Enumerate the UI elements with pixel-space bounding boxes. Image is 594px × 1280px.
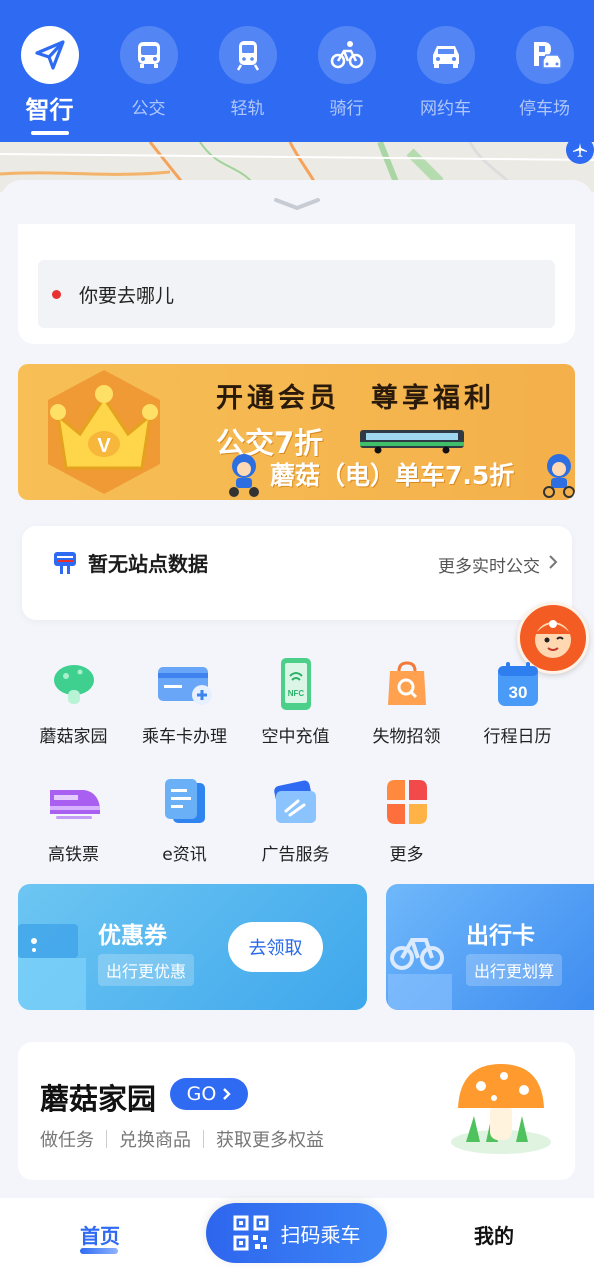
- news-icon: [155, 772, 215, 832]
- nav-item-smart[interactable]: 智行: [0, 26, 99, 135]
- grid-item-trip-calendar[interactable]: 30 行程日历: [462, 654, 573, 747]
- qr-code-icon: [233, 1215, 268, 1251]
- airplane-icon[interactable]: [566, 136, 594, 164]
- svg-text:V: V: [97, 435, 111, 457]
- grid-item-lost-found[interactable]: 失物招领: [351, 654, 462, 747]
- grid-label: e资讯: [162, 845, 207, 865]
- highspeed-train-icon: [44, 772, 104, 832]
- banner-bike-discount: 蘑菇（电）单车7.5折: [270, 461, 515, 490]
- grid-item-more[interactable]: 更多: [351, 772, 462, 865]
- grid-item-e-news[interactable]: e资讯: [129, 772, 240, 865]
- ticket-graphic-icon: [18, 924, 86, 1010]
- home-card-title: 蘑菇家园: [40, 1082, 157, 1116]
- grid-label: 更多: [389, 845, 424, 865]
- nav-item-ride-hailing[interactable]: 网约车: [396, 26, 495, 119]
- tab-mine[interactable]: 我的: [474, 1220, 514, 1249]
- travel-card-subtitle: 出行更划算: [466, 954, 563, 986]
- grid-item-highspeed-ticket[interactable]: 高铁票: [18, 772, 129, 865]
- banner-title: 开通会员 尊享福利: [216, 383, 495, 414]
- svg-text:30: 30: [508, 683, 527, 702]
- nav-label: 网约车: [420, 99, 471, 119]
- mushroom-home-card[interactable]: 蘑菇家园 GO 做任务 兑换商品 获取更多权益: [18, 1042, 575, 1180]
- nav-item-parking[interactable]: 停车场: [495, 26, 594, 119]
- go-button[interactable]: GO: [170, 1078, 248, 1110]
- divider: [106, 1130, 107, 1148]
- membership-banner[interactable]: V 开通会员 尊享福利 公交7折 蘑菇（电）单车7.5折: [18, 364, 575, 500]
- destination-search-input[interactable]: 你要去哪儿: [38, 260, 555, 328]
- grid-label: 高铁票: [48, 845, 99, 865]
- search-placeholder: 你要去哪儿: [79, 284, 175, 307]
- realtime-bus-card[interactable]: 暂无站点数据 更多实时公交: [22, 526, 572, 620]
- nav-item-light-rail[interactable]: 轻轨: [198, 26, 297, 119]
- nav-item-bus[interactable]: 公交: [99, 26, 198, 119]
- coupon-card[interactable]: 优惠券 出行更优惠 去领取: [18, 884, 367, 1010]
- top-nav: 智行 公交 轻轨 骑行 网约车 停车场: [0, 0, 594, 142]
- scan-to-ride-button[interactable]: 扫码乘车: [206, 1203, 387, 1263]
- grid-label: 行程日历: [483, 727, 552, 747]
- service-grid-row: 高铁票 e资讯 广告服务 更多: [18, 772, 578, 865]
- service-grid-row: 蘑菇家园 乘车卡办理 NFC 空中充值 失物招领 30 行程日历: [18, 654, 578, 747]
- crown-icon: V: [38, 364, 170, 500]
- nav-label: 骑行: [329, 99, 364, 119]
- sheet-collapse-handle-icon[interactable]: [272, 196, 322, 216]
- calendar-icon: 30: [488, 654, 548, 714]
- chevron-right-icon: [223, 1088, 232, 1100]
- tab-home[interactable]: 首页: [80, 1220, 120, 1249]
- coupon-title: 优惠券: [98, 923, 167, 949]
- send-icon: [20, 26, 79, 84]
- nav-item-cycling[interactable]: 骑行: [297, 26, 396, 119]
- grid-label: 蘑菇家园: [39, 727, 108, 747]
- divider: [203, 1130, 204, 1148]
- lost-bag-icon: [377, 654, 437, 714]
- station-status-text: 暂无站点数据: [88, 552, 208, 576]
- home-card-tags: 做任务 兑换商品 获取更多权益: [40, 1126, 324, 1152]
- nfc-phone-icon: NFC: [266, 654, 326, 714]
- travel-card-card[interactable]: 出行卡 出行更划算: [386, 884, 594, 1010]
- coupon-subtitle: 出行更优惠: [98, 954, 195, 986]
- tag-redeem: 兑换商品: [119, 1130, 191, 1151]
- nav-label: 智行: [25, 96, 74, 124]
- mushroom-icon: [44, 654, 104, 714]
- more-icon: [377, 772, 437, 832]
- car-icon: [416, 26, 475, 84]
- tag-benefits: 获取更多权益: [216, 1130, 324, 1151]
- bus-graphic-icon: [360, 430, 464, 454]
- parking-icon: [515, 26, 574, 84]
- travel-card-title: 出行卡: [466, 923, 535, 949]
- nav-label: 公交: [131, 99, 166, 119]
- grid-item-air-recharge[interactable]: NFC 空中充值: [240, 654, 351, 747]
- grid-label: 空中充值: [261, 727, 330, 747]
- more-realtime-bus-link[interactable]: 更多实时公交: [438, 552, 540, 577]
- chevron-right-icon: [548, 554, 558, 574]
- nav-label: 轻轨: [230, 99, 265, 119]
- grid-item-card-apply[interactable]: 乘车卡办理: [129, 654, 240, 747]
- mascot-rider-icon: [229, 454, 259, 497]
- scan-button-label: 扫码乘车: [280, 1222, 361, 1247]
- mascot-rider-icon: [543, 454, 575, 498]
- go-label: GO: [186, 1083, 217, 1105]
- grid-item-mushroom-home[interactable]: 蘑菇家园: [18, 654, 129, 747]
- location-dot-icon: [52, 289, 61, 299]
- search-card: 你要去哪儿: [18, 224, 575, 344]
- tab-active-indicator: [80, 1248, 118, 1254]
- nav-active-indicator: [30, 131, 69, 135]
- train-icon: [218, 26, 277, 84]
- bottom-sheet: 你要去哪儿 V 开通会员 尊享福利 公交7折 蘑菇（电）单车7.5折 暂无站点数…: [0, 180, 594, 1200]
- tag-tasks: 做任务: [40, 1130, 94, 1151]
- grid-label: 广告服务: [261, 845, 330, 865]
- svg-text:NFC: NFC: [287, 689, 304, 698]
- grid-label: 失物招领: [372, 727, 441, 747]
- bus-icon: [119, 26, 178, 84]
- bicycle-icon: [317, 26, 376, 84]
- card-icon: [155, 654, 215, 714]
- nav-label: 停车场: [519, 99, 570, 119]
- ad-icon: [266, 772, 326, 832]
- grid-item-ad-service[interactable]: 广告服务: [240, 772, 351, 865]
- claim-coupon-button[interactable]: 去领取: [228, 922, 323, 972]
- grid-label: 乘车卡办理: [142, 727, 227, 747]
- mushroom-illustration-icon: [446, 1056, 556, 1160]
- bicycle-graphic-icon: [388, 938, 452, 1010]
- bus-stop-sign-icon: [52, 550, 78, 580]
